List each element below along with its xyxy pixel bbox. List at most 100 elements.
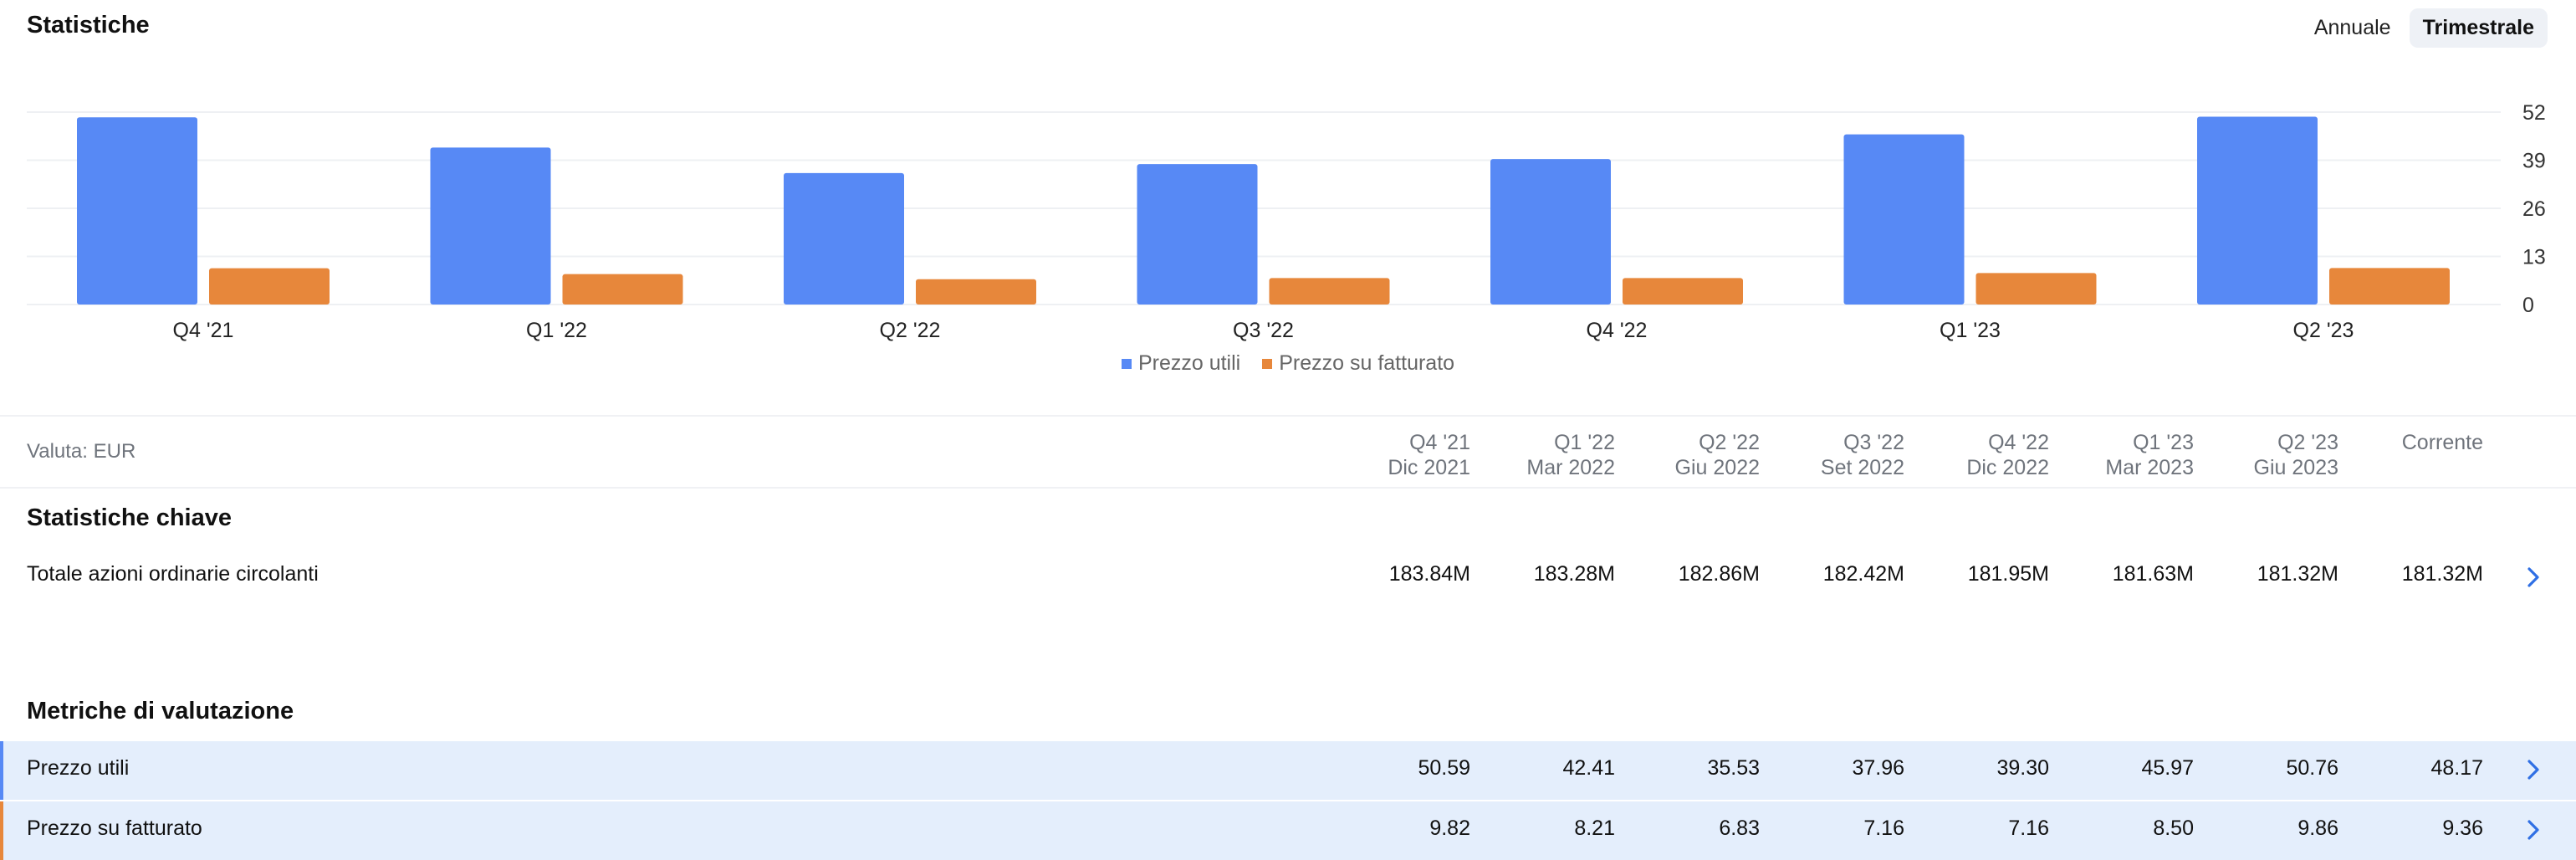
page-title: Statistiche xyxy=(27,12,150,38)
table-cell: 48.17 xyxy=(2430,756,2483,780)
y-tick-label: 52 xyxy=(2522,101,2546,125)
x-tick-label: Q2 '22 xyxy=(880,319,941,342)
table-cell: 8.50 xyxy=(2153,816,2194,840)
currency-label: Valuta: EUR xyxy=(27,440,136,463)
column-header: Q1 '23 Mar 2023 xyxy=(2052,430,2194,480)
divider xyxy=(0,487,2576,489)
column-header: Q2 '22 Giu 2022 xyxy=(1618,430,1760,480)
table-cell: 181.63M xyxy=(2112,562,2194,586)
x-tick-label: Q1 '22 xyxy=(526,319,587,342)
legend-item-prezzo-utili[interactable]: Prezzo utili xyxy=(1121,351,1241,376)
x-tick-label: Q1 '23 xyxy=(1940,319,2001,342)
bar-prezzo-utili[interactable] xyxy=(77,117,197,305)
column-quarter: Q4 '22 xyxy=(1988,431,2049,454)
chart-legend: Prezzo utili Prezzo su fatturato xyxy=(0,351,2576,376)
bar-prezzo-su-fatturato[interactable] xyxy=(562,274,683,305)
bar-prezzo-utili[interactable] xyxy=(430,147,551,305)
table-cell: 50.76 xyxy=(2286,756,2338,780)
legend-label: Prezzo su fatturato xyxy=(1279,351,1455,375)
x-tick-label: Q4 '21 xyxy=(173,319,234,342)
column-header: Corrente xyxy=(2341,430,2483,455)
table-cell: 39.30 xyxy=(1996,756,2049,780)
table-cell: 7.16 xyxy=(2008,816,2049,840)
column-quarter: Q1 '22 xyxy=(1554,431,1615,454)
column-header: Q3 '22 Set 2022 xyxy=(1762,430,1904,480)
y-tick-label: 13 xyxy=(2522,246,2546,269)
bar-prezzo-su-fatturato[interactable] xyxy=(1975,273,2097,305)
legend-item-prezzo-su-fatturato[interactable]: Prezzo su fatturato xyxy=(1262,351,1454,376)
table-cell: 7.16 xyxy=(1863,816,1904,840)
table-cell: 42.41 xyxy=(1562,756,1615,780)
bar-prezzo-utili[interactable] xyxy=(1490,159,1611,305)
row-accent xyxy=(0,741,3,800)
bar-prezzo-su-fatturato[interactable] xyxy=(916,279,1036,305)
bar-prezzo-su-fatturato[interactable] xyxy=(2329,268,2450,305)
column-date: Set 2022 xyxy=(1820,456,1904,479)
row-label: Prezzo su fatturato xyxy=(27,816,202,840)
table-cell: 182.86M xyxy=(1678,562,1760,586)
table-cell: 183.84M xyxy=(1388,562,1470,586)
valuation-metrics-title: Metriche di valutazione xyxy=(27,698,294,724)
bar-prezzo-utili[interactable] xyxy=(1137,164,1258,305)
table-cell: 181.95M xyxy=(1967,562,2049,586)
chevron-right-icon[interactable] xyxy=(2521,562,2546,592)
divider xyxy=(0,415,2576,417)
x-tick-label: Q3 '22 xyxy=(1233,319,1294,342)
quarterly-toggle-button[interactable]: Trimestrale xyxy=(2409,8,2548,48)
column-header: Q1 '22 Mar 2022 xyxy=(1473,430,1615,480)
bar-chart: 52 39 26 13 0 Q4 '21 Q1 '22 Q2 '22 Q3 '22 Q4 '22 Q… xyxy=(27,101,2546,342)
column-quarter: Corrente xyxy=(2401,431,2483,454)
column-quarter: Q3 '22 xyxy=(1843,431,1904,454)
x-tick-label: Q4 '22 xyxy=(1587,319,1648,342)
table-row-prezzo-su-fatturato[interactable]: Prezzo su fatturato 9.82 8.21 6.83 7.16 7.16… xyxy=(0,801,2576,860)
row-accent xyxy=(0,801,3,860)
key-stats-title: Statistiche chiave xyxy=(27,504,232,531)
legend-swatch-prezzo-utili xyxy=(1121,358,1132,369)
column-date: Giu 2022 xyxy=(1674,456,1760,479)
table-cell: 9.82 xyxy=(1429,816,1470,840)
table-row-prezzo-utili[interactable]: Prezzo utili 50.59 42.41 35.53 37.96 39.30 45… xyxy=(0,741,2576,800)
bar-prezzo-su-fatturato[interactable] xyxy=(209,268,330,305)
table-cell: 8.21 xyxy=(1574,816,1615,840)
table-cell: 181.32M xyxy=(2257,562,2338,586)
y-tick-label: 26 xyxy=(2522,197,2546,221)
period-toggle: Annuale Trimestrale xyxy=(2301,8,2548,48)
column-date: Dic 2021 xyxy=(1388,456,1470,479)
legend-label: Prezzo utili xyxy=(1137,351,1241,375)
table-cell: 37.96 xyxy=(1852,756,1904,780)
table-row-shares-outstanding[interactable]: Totale azioni ordinarie circolanti 183.8… xyxy=(0,559,2576,596)
table-cell: 9.36 xyxy=(2442,816,2483,840)
table-cell: 181.32M xyxy=(2401,562,2483,586)
column-date: Giu 2023 xyxy=(2253,456,2338,479)
bar-prezzo-su-fatturato[interactable] xyxy=(1269,278,1390,305)
column-quarter: Q2 '22 xyxy=(1699,431,1760,454)
y-tick-label: 39 xyxy=(2522,150,2546,173)
column-header: Q4 '21 Dic 2021 xyxy=(1328,430,1470,480)
column-date: Mar 2023 xyxy=(2105,456,2194,479)
annual-toggle-button[interactable]: Annuale xyxy=(2301,8,2405,48)
legend-swatch-prezzo-su-fatturato xyxy=(1262,358,1273,369)
bar-prezzo-su-fatturato[interactable] xyxy=(1623,278,1743,305)
bar-prezzo-utili[interactable] xyxy=(2197,116,2318,305)
bar-prezzo-utili[interactable] xyxy=(1843,134,1965,305)
table-cell: 9.86 xyxy=(2297,816,2338,840)
y-tick-label: 0 xyxy=(2522,294,2534,317)
column-header: Q4 '22 Dic 2022 xyxy=(1907,430,2049,480)
table-cell: 35.53 xyxy=(1707,756,1760,780)
row-label: Prezzo utili xyxy=(27,756,130,780)
column-date: Dic 2022 xyxy=(1966,456,2049,479)
chevron-right-icon[interactable] xyxy=(2521,755,2546,785)
column-date: Mar 2022 xyxy=(1526,456,1615,479)
table-cell: 45.97 xyxy=(2141,756,2194,780)
column-header: Q2 '23 Giu 2023 xyxy=(2196,430,2338,480)
column-quarter: Q2 '23 xyxy=(2277,431,2338,454)
table-cell: 6.83 xyxy=(1719,816,1760,840)
chevron-right-icon[interactable] xyxy=(2521,815,2546,845)
table-cell: 50.59 xyxy=(1418,756,1470,780)
row-label: Totale azioni ordinarie circolanti xyxy=(27,562,319,586)
bar-prezzo-utili[interactable] xyxy=(784,172,904,305)
table-cell: 183.28M xyxy=(1533,562,1615,586)
column-quarter: Q4 '21 xyxy=(1409,431,1470,454)
column-quarter: Q1 '23 xyxy=(2133,431,2194,454)
table-cell: 182.42M xyxy=(1822,562,1904,586)
